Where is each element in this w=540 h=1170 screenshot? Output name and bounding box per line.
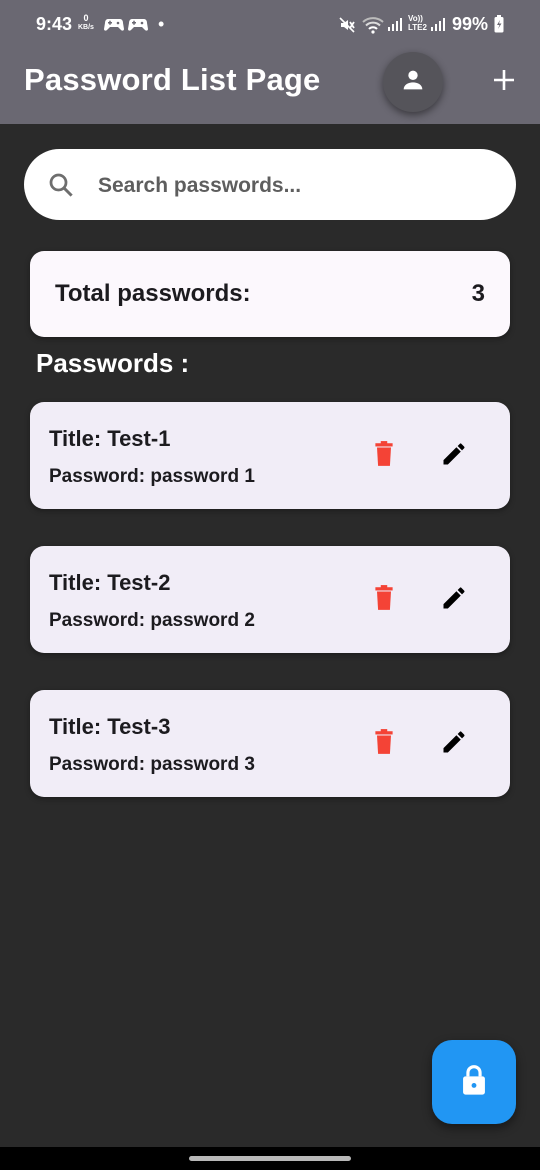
password-card[interactable]: Title: Test-3 Password: password 3: [30, 690, 510, 797]
network-label-top: Vo)): [408, 14, 423, 23]
person-icon: [399, 66, 427, 99]
signal-icon: [387, 16, 403, 37]
total-passwords-count: 3: [471, 280, 485, 307]
battery-percent: 99%: [452, 14, 489, 34]
search-input[interactable]: [96, 149, 500, 222]
network-speed-value: 0: [83, 13, 89, 23]
password-title: Title: Test-3: [49, 714, 171, 739]
page-title: Password List Page: [24, 62, 321, 97]
trash-icon: [371, 728, 397, 761]
password-card[interactable]: Title: Test-2 Password: password 2: [30, 546, 510, 653]
pencil-icon: [440, 584, 468, 617]
pencil-icon: [440, 440, 468, 473]
lock-fab-button[interactable]: [432, 1040, 516, 1124]
add-password-button[interactable]: [486, 64, 522, 100]
password-value: Password: password 3: [49, 754, 255, 775]
password-title: Title: Test-2: [49, 570, 171, 595]
profile-avatar-button[interactable]: [383, 52, 443, 112]
lock-icon: [459, 1063, 489, 1102]
password-card[interactable]: Title: Test-1 Password: password 1: [30, 402, 510, 509]
network-type: Vo)) LTE2: [408, 14, 427, 32]
edit-button[interactable]: [438, 584, 470, 616]
search-bar: [24, 149, 516, 222]
pencil-icon: [440, 728, 468, 761]
total-passwords-card: Total passwords: 3: [30, 251, 510, 337]
edit-button[interactable]: [438, 440, 470, 472]
password-title: Title: Test-1: [49, 426, 171, 451]
game-controller-icon: [104, 16, 124, 37]
signal-icon: [430, 16, 446, 37]
search-icon: [46, 170, 76, 205]
trash-icon: [371, 584, 397, 617]
delete-button[interactable]: [368, 584, 400, 616]
wifi-icon: [362, 16, 384, 39]
battery-charging-icon: [494, 15, 504, 38]
section-heading: Passwords :: [36, 348, 190, 378]
status-time: 9:43: [36, 14, 73, 34]
navigation-bar: [0, 1147, 540, 1170]
plus-icon: [492, 68, 516, 97]
password-value: Password: password 1: [49, 466, 255, 487]
total-passwords-label: Total passwords:: [55, 280, 251, 307]
network-label-bottom: LTE2: [408, 23, 427, 32]
delete-button[interactable]: [368, 728, 400, 760]
mute-icon: [338, 16, 356, 39]
home-gesture-handle[interactable]: [189, 1156, 351, 1161]
app-bar: Password List Page: [0, 50, 540, 124]
notification-dot-icon: •: [158, 14, 165, 34]
status-bar: 9:43 0 KB/s • Vo)) LTE2 99%: [0, 0, 540, 50]
network-speed: 0 KB/s: [78, 14, 94, 32]
edit-button[interactable]: [438, 728, 470, 760]
network-speed-unit: KB/s: [78, 24, 94, 31]
delete-button[interactable]: [368, 440, 400, 472]
password-value: Password: password 2: [49, 610, 255, 631]
game-controller-icon: [128, 16, 148, 37]
trash-icon: [371, 440, 397, 473]
